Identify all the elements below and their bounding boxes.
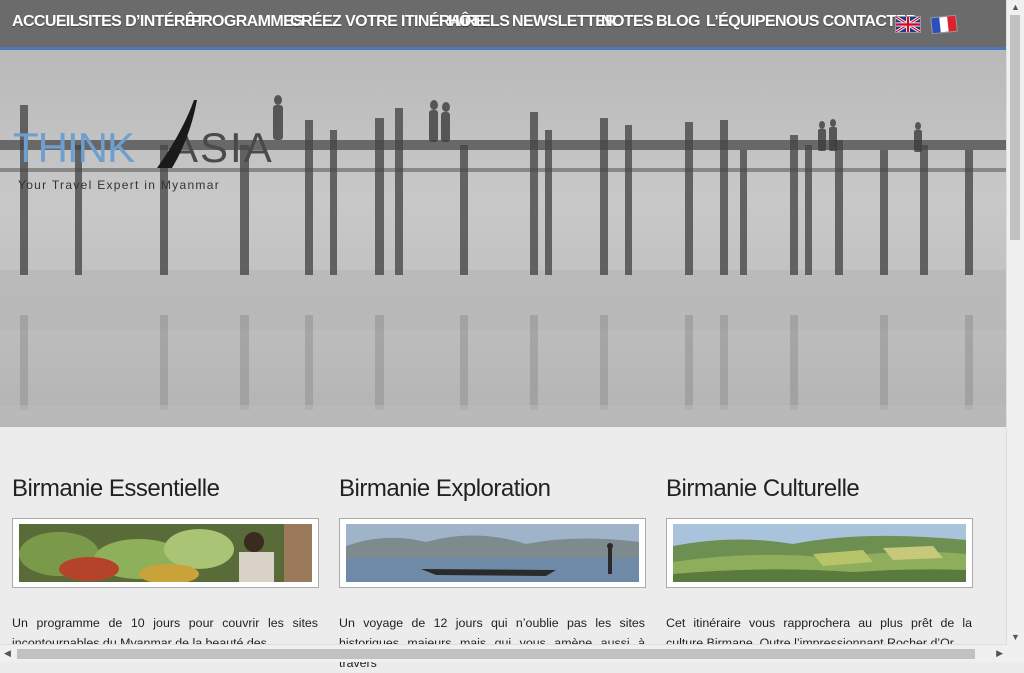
logo-think-text: THINK (13, 124, 135, 171)
program-card-essentielle: Birmanie Essentielle Un programme de 10 … (12, 475, 319, 650)
top-navigation: ACCUEIL SITES D’INTÉRÊT PROGRAMMES CRÉEZ… (0, 0, 1007, 50)
horizontal-scroll-thumb[interactable] (17, 649, 975, 659)
logo-tagline: Your Travel Expert in Myanmar (18, 178, 220, 192)
english-flag-icon[interactable] (895, 16, 921, 33)
program-title[interactable]: Birmanie Culturelle (666, 475, 973, 503)
logo-swoosh-icon (157, 100, 197, 168)
french-flag-icon[interactable] (930, 14, 958, 35)
nav-accueil[interactable]: ACCUEIL (12, 13, 80, 31)
think-asia-logo[interactable]: THINK ASIA Your Travel Expert in Myanmar (12, 98, 292, 198)
scroll-down-icon[interactable]: ▼ (1011, 632, 1020, 642)
scroll-right-icon[interactable]: ▶ (996, 648, 1003, 659)
program-description: Un voyage de 12 jours qui n’oublie pas l… (339, 616, 645, 670)
program-title[interactable]: Birmanie Essentielle (12, 475, 319, 503)
vertical-scroll-thumb[interactable] (1010, 15, 1020, 240)
program-thumbnail[interactable] (666, 518, 973, 588)
vertical-scrollbar[interactable]: ▲ ▼ (1006, 0, 1024, 662)
scroll-left-icon[interactable]: ◀ (4, 648, 11, 659)
market-vendor-photo (19, 524, 312, 582)
program-card-culturelle: Birmanie Culturelle Cet itinéraire vous … (666, 475, 973, 650)
program-card-exploration: Birmanie Exploration Un voyage de 12 jou… (339, 475, 646, 670)
nav-programmes[interactable]: PROGRAMMES (191, 13, 304, 31)
nav-blog[interactable]: BLOG (656, 13, 700, 31)
inle-lake-fisherman-photo (346, 524, 639, 582)
program-title[interactable]: Birmanie Exploration (339, 475, 646, 503)
program-thumbnail[interactable] (339, 518, 646, 588)
hero-banner: THINK ASIA Your Travel Expert in Myanmar (0, 50, 1007, 427)
hills-landscape-photo (673, 524, 966, 582)
scroll-up-icon[interactable]: ▲ (1011, 2, 1020, 12)
nav-hotels[interactable]: HÔTELS (448, 13, 510, 31)
program-thumbnail[interactable] (12, 518, 319, 588)
horizontal-scrollbar[interactable]: ◀ ▶ (0, 644, 1007, 662)
nav-sites-interet[interactable]: SITES D’INTÉRÊT (78, 13, 205, 31)
nav-notes[interactable]: NOTES (601, 13, 654, 31)
nav-equipe[interactable]: L’ÉQUIPE (706, 13, 776, 31)
